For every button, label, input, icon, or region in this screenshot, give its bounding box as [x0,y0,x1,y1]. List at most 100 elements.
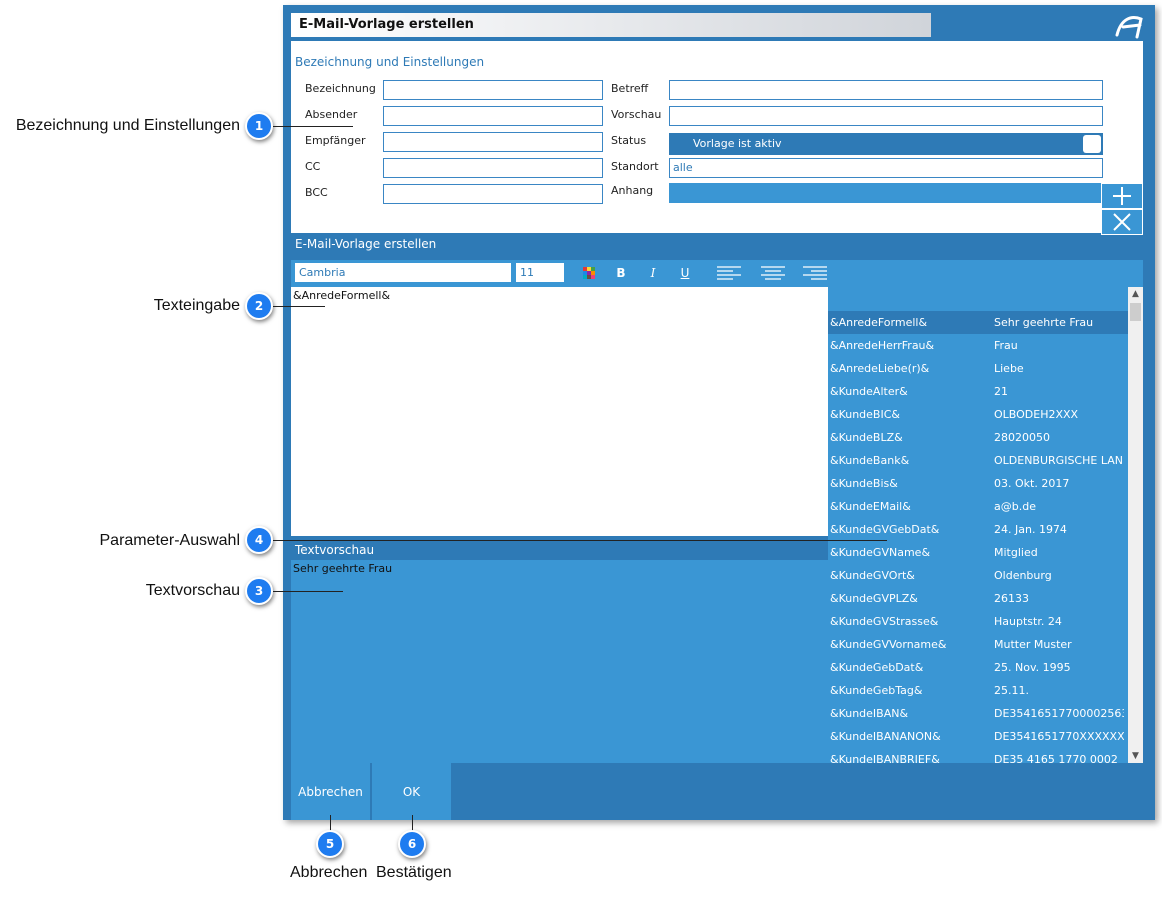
parameter-name: &KundeBLZ& [830,431,903,444]
scroll-thumb[interactable] [1130,303,1141,321]
dialog-title: E-Mail-Vorlage erstellen [291,13,931,37]
align-center-button[interactable] [759,264,787,282]
parameter-value: DE35 4165 1770 0002 [994,753,1118,763]
font-select[interactable]: Cambria [295,263,511,282]
parameter-row[interactable]: &KundeEMail& a@b.de [828,495,1128,518]
italic-button[interactable]: I [643,264,663,282]
scroll-down-icon[interactable]: ▼ [1128,749,1143,763]
parameter-value: OLBODEH2XXX [994,408,1079,421]
parameter-name: &AnredeFormell& [830,316,928,329]
parameter-row[interactable]: &KundeGebTag& 25.11. [828,679,1128,702]
betreff-field[interactable] [669,80,1103,100]
app-logo-icon [1115,16,1143,39]
callout-line-4 [273,540,887,541]
parameter-row[interactable]: &KundeIBAN& DE35416517700002563 [828,702,1128,725]
anhang-field[interactable] [669,183,1103,203]
parameter-row[interactable]: &AnredeLiebe(r)& Liebe [828,357,1128,380]
preview-header: Textvorschau [291,540,828,560]
label-anhang: Anhang [611,184,654,197]
email-template-dialog: E-Mail-Vorlage erstellen Bezeichnung und… [283,5,1155,820]
callout-label-preview: Textvorschau [145,582,240,599]
callout-label-confirm: Bestätigen [376,864,452,881]
callout-badge-1: 1 [245,112,273,140]
parameter-value: a@b.de [994,500,1036,513]
remove-attachment-button[interactable] [1101,209,1143,235]
callout-badge-3: 3 [245,577,273,605]
parameter-row[interactable]: &AnredeFormell& Sehr geehrte Frau [828,311,1128,334]
parameter-name: &KundeBIC& [830,408,900,421]
label-vorschau: Vorschau [611,108,662,121]
parameter-name: &KundeEMail& [830,500,911,513]
parameter-row[interactable]: &KundeGVName& Mitglied [828,541,1128,564]
parameter-name: &KundeIBANANON& [830,730,941,743]
parameter-name: &AnredeLiebe(r)& [830,362,930,375]
parameter-row[interactable]: &KundeIBANBRIEF& DE35 4165 1770 0002 [828,748,1128,763]
parameter-value: 25.11. [994,684,1029,697]
parameter-value: Mitglied [994,546,1038,559]
label-empfaenger: Empfänger [305,134,366,147]
parameter-value: Mutter Muster [994,638,1072,651]
callout-label-parameters: Parameter-Auswahl [99,532,241,549]
bcc-field[interactable] [383,184,603,204]
parameter-scrollbar[interactable]: ▲ ▼ [1128,287,1143,763]
vorschau-field[interactable] [669,106,1103,126]
parameter-value: 28020050 [994,431,1050,444]
align-center-icon [761,266,785,280]
align-right-button[interactable] [801,264,829,282]
parameter-row[interactable]: &KundeBank& OLDENBURGISCHE LAN [828,449,1128,472]
label-bezeichnung: Bezeichnung [305,82,376,95]
parameter-value: Sehr geehrte Frau [994,316,1094,329]
bold-button[interactable]: B [611,264,631,282]
parameter-value: OLDENBURGISCHE LAN [994,454,1123,467]
parameter-name: &KundeGVVorname& [830,638,947,651]
parameter-name: &KundeBank& [830,454,910,467]
parameter-row[interactable]: &AnredeHerrFrau& Frau [828,334,1128,357]
parameter-row[interactable]: &KundeAlter& 21 [828,380,1128,403]
settings-panel: Bezeichnung und Einstellungen Bezeichnun… [291,41,1143,235]
parameter-name: &KundeGVStrasse& [830,615,939,628]
parameter-row[interactable]: &KundeIBANANON& DE3541651770XXXXXX [828,725,1128,748]
parameter-row[interactable]: &KundeGVStrasse& Hauptstr. 24 [828,610,1128,633]
parameter-value: DE3541651770XXXXXX [994,730,1124,743]
label-status: Status [611,134,647,147]
parameter-name: &KundeBis& [830,477,898,490]
cancel-button[interactable]: Abbrechen [291,763,370,820]
underline-button[interactable]: U [675,264,695,282]
cc-field[interactable] [383,158,603,178]
absender-field[interactable] [383,106,603,126]
standort-field[interactable]: alle [669,158,1103,178]
add-attachment-button[interactable] [1101,183,1143,209]
settings-section-title: Bezeichnung und Einstellungen [295,55,485,69]
callout-label-cancel: Abbrechen [290,864,368,881]
ok-button[interactable]: OK [372,763,451,820]
parameter-value: 21 [994,385,1008,398]
parameter-value: Frau [994,339,1018,352]
parameter-row[interactable]: &KundeGVVorname& Mutter Muster [828,633,1128,656]
parameter-value: Hauptstr. 24 [994,615,1062,628]
parameter-row[interactable]: &KundeBLZ& 28020050 [828,426,1128,449]
color-palette-icon [583,267,595,279]
parameter-row[interactable]: &KundeBIC& OLBODEH2XXX [828,403,1128,426]
callout-line-3 [273,591,343,592]
status-checkbox[interactable] [1083,135,1101,153]
parameter-row[interactable]: &KundeGVGebDat& 24. Jan. 1974 [828,518,1128,541]
callout-line-1 [273,126,353,127]
bezeichnung-field[interactable] [383,80,603,100]
scroll-up-icon[interactable]: ▲ [1128,287,1143,301]
status-toggle[interactable]: Vorlage ist aktiv [669,133,1103,155]
parameter-row[interactable]: &KundeGebDat& 25. Nov. 1995 [828,656,1128,679]
template-text-editor[interactable]: &AnredeFormell& [291,287,828,536]
parameter-name: &KundeIBANBRIEF& [830,753,940,763]
parameter-row[interactable]: &KundeGVOrt& Oldenburg [828,564,1128,587]
empfaenger-field[interactable] [383,132,603,152]
close-icon [1113,213,1131,231]
parameter-name: &AnredeHerrFrau& [830,339,935,352]
parameter-row[interactable]: &KundeGVPLZ& 26133 [828,587,1128,610]
text-color-button[interactable] [579,264,599,282]
callout-label-text-input: Texteingabe [153,297,240,314]
parameter-row[interactable]: &KundeBis& 03. Okt. 2017 [828,472,1128,495]
parameter-value: 24. Jan. 1974 [994,523,1067,536]
font-size-select[interactable]: 11 [516,263,564,282]
label-absender: Absender [305,108,358,121]
align-left-button[interactable] [715,264,743,282]
